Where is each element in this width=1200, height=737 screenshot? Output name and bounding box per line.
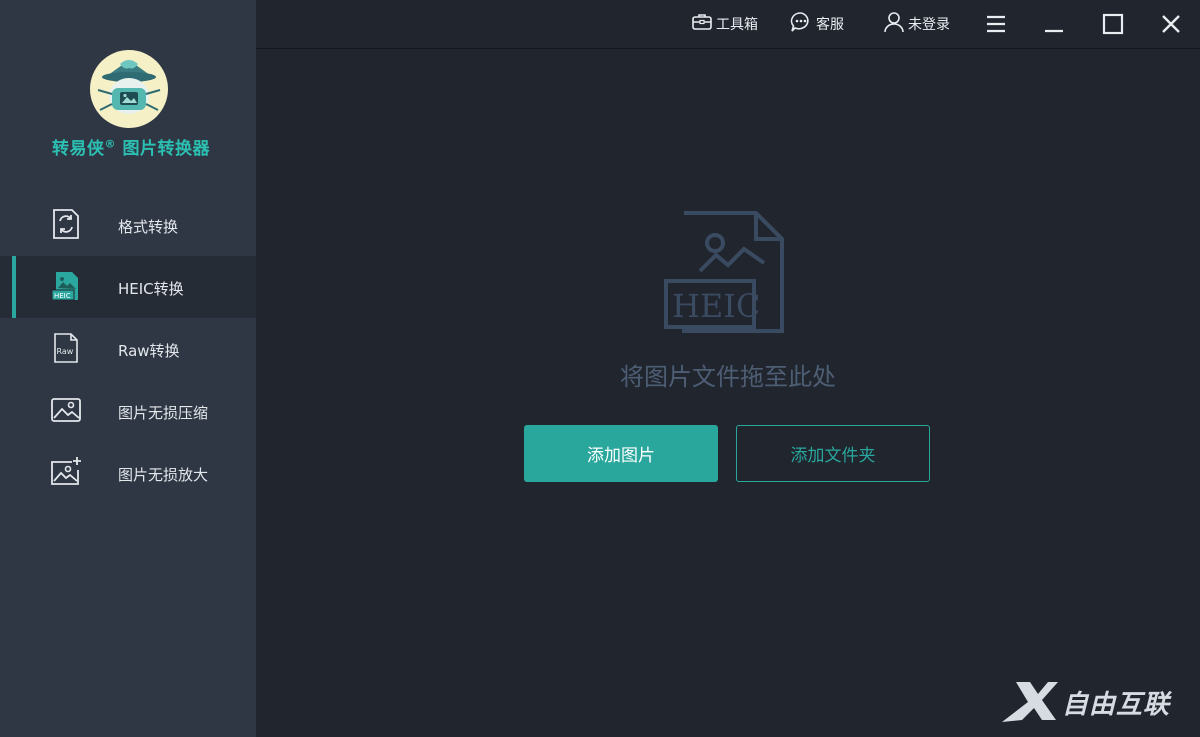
- watermark: 自由互联: [1000, 676, 1190, 726]
- heic-file-icon: HEIC: [664, 209, 786, 335]
- image-enlarge-icon: [50, 456, 82, 488]
- sidebar-item-format-convert[interactable]: 格式转换: [0, 194, 256, 256]
- app-logo: [90, 50, 168, 128]
- customer-service-button[interactable]: 客服: [790, 12, 844, 36]
- login-button[interactable]: 未登录: [884, 12, 950, 36]
- app-title: 转易侠® 图片转换器: [0, 134, 262, 159]
- sidebar-item-enlarge[interactable]: 图片无损放大: [0, 442, 256, 504]
- registered-mark: ®: [104, 137, 117, 151]
- raw-icon: Raw: [50, 332, 82, 364]
- add-images-button[interactable]: 添加图片: [524, 425, 718, 482]
- sidebar-item-label: Raw转换: [118, 342, 180, 360]
- close-icon: [1159, 15, 1183, 40]
- maximize-icon: [1101, 13, 1125, 40]
- service-label: 客服: [816, 17, 844, 33]
- watermark-text: 自由互联: [1062, 690, 1171, 720]
- minimize-icon: [1042, 21, 1066, 40]
- drop-hint: 将图片文件拖至此处: [620, 363, 836, 391]
- maximize-button[interactable]: [1101, 12, 1125, 36]
- heic-icon: HEIC: [50, 270, 82, 302]
- sidebar-item-label: 图片无损放大: [118, 466, 209, 484]
- sidebar: 转易侠® 图片转换器 格式转换 HEIC HEIC转换 Raw Raw转换 图片…: [0, 0, 256, 737]
- chat-icon: [790, 11, 816, 37]
- hamburger-icon: [984, 15, 1008, 40]
- minimize-button[interactable]: [1042, 12, 1066, 36]
- sidebar-item-compress[interactable]: 图片无损压缩: [0, 380, 256, 442]
- app-title-suffix: 图片转换器: [122, 139, 210, 159]
- image-compress-icon: [50, 394, 82, 426]
- sidebar-item-label: 格式转换: [118, 218, 179, 236]
- toolbox-button[interactable]: 工具箱: [692, 12, 758, 36]
- drop-zone[interactable]: HEIC 将图片文件拖至此处 添加图片 添加文件夹: [256, 49, 1200, 737]
- title-bar: 工具箱 客服 未登录: [256, 0, 1200, 49]
- svg-text:Raw: Raw: [57, 347, 74, 356]
- sidebar-item-raw[interactable]: Raw Raw转换: [0, 318, 256, 380]
- sidebar-nav: 格式转换 HEIC HEIC转换 Raw Raw转换 图片无损压缩 图片无损放大: [0, 194, 256, 504]
- menu-button[interactable]: [984, 12, 1008, 36]
- add-folder-button[interactable]: 添加文件夹: [736, 425, 930, 482]
- sidebar-item-label: 图片无损压缩: [118, 404, 209, 422]
- heic-icon-label: HEIC: [672, 287, 760, 325]
- close-button[interactable]: [1159, 12, 1183, 36]
- toolbox-icon: [692, 13, 716, 35]
- toolbox-label: 工具箱: [716, 17, 758, 33]
- app-title-name: 转易侠: [52, 139, 105, 159]
- format-convert-icon: [50, 208, 82, 240]
- login-label: 未登录: [908, 17, 950, 33]
- user-icon: [884, 11, 908, 37]
- svg-text:HEIC: HEIC: [54, 292, 71, 300]
- sidebar-item-label: HEIC转换: [118, 280, 184, 298]
- sidebar-item-heic[interactable]: HEIC HEIC转换: [0, 256, 256, 318]
